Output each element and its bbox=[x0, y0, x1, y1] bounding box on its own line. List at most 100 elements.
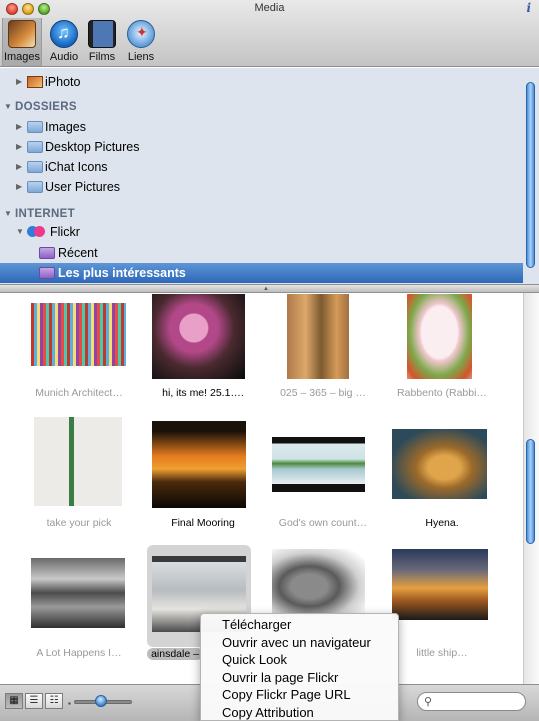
source-item-ichat-icons[interactable]: ▶ iChat Icons bbox=[0, 157, 523, 177]
folder-icon bbox=[27, 181, 43, 193]
photo-caption: take your pick bbox=[46, 517, 112, 529]
photo-item[interactable] bbox=[19, 413, 139, 533]
folder-icon bbox=[27, 161, 43, 173]
source-item-desktop-pictures[interactable]: ▶ Desktop Pictures bbox=[0, 137, 523, 157]
source-list: ▶ iPhoto ▼ DOSSIERS ▶ Images ▶ Desktop P… bbox=[0, 68, 539, 284]
disclosure-down-icon[interactable]: ▼ bbox=[4, 204, 12, 224]
source-item-flickr[interactable]: ▼ Flickr bbox=[0, 222, 523, 242]
menu-item-copy-attribution[interactable]: Copy Attribution bbox=[201, 704, 398, 721]
drag-handle-icon: ▲ bbox=[263, 286, 269, 292]
photo-item[interactable] bbox=[382, 413, 502, 533]
tab-images-label: Images bbox=[3, 51, 41, 63]
images-icon bbox=[8, 20, 36, 48]
flickr-icon bbox=[27, 226, 45, 238]
window-title: Media bbox=[254, 2, 285, 14]
source-item-label: Desktop Pictures bbox=[45, 140, 140, 154]
source-item-recent[interactable]: Récent bbox=[0, 243, 523, 263]
source-list-scroll-thumb[interactable] bbox=[526, 82, 535, 268]
context-menu: Télécharger Ouvrir avec un navigateur Qu… bbox=[200, 613, 399, 721]
smart-folder-icon bbox=[39, 267, 55, 279]
photo-caption: Hyena. bbox=[425, 517, 459, 529]
small-size-icon: ▪ bbox=[68, 699, 71, 708]
source-item-user-pictures[interactable]: ▶ User Pictures bbox=[0, 177, 523, 197]
tab-films-label: Films bbox=[88, 51, 116, 63]
photo-caption: A Lot Happens I… bbox=[36, 647, 122, 659]
source-item-images[interactable]: ▶ Images bbox=[0, 117, 523, 137]
section-label: DOSSIERS bbox=[15, 101, 77, 113]
liens-icon bbox=[127, 20, 155, 48]
view-list-button[interactable]: ☰ bbox=[25, 693, 43, 709]
search-field[interactable]: ⚲ bbox=[417, 692, 526, 711]
photo-thumbnail bbox=[152, 294, 245, 379]
info-icon[interactable]: i bbox=[526, 1, 531, 15]
photo-thumbnail bbox=[392, 549, 488, 620]
split-view-divider[interactable]: ▲ bbox=[0, 284, 539, 293]
tab-audio-label: Audio bbox=[49, 51, 79, 63]
disclosure-right-icon[interactable]: ▶ bbox=[16, 72, 22, 92]
tab-liens[interactable]: Liens bbox=[121, 18, 161, 66]
photo-grid-scroll-thumb[interactable] bbox=[526, 439, 535, 544]
source-item-iphoto[interactable]: ▶ iPhoto bbox=[0, 72, 523, 92]
disclosure-right-icon[interactable]: ▶ bbox=[16, 117, 22, 137]
photo-item[interactable] bbox=[263, 413, 383, 533]
search-icon: ⚲ bbox=[424, 696, 433, 708]
menu-item-open-in-browser[interactable]: Ouvrir avec un navigateur bbox=[201, 634, 398, 652]
section-dossiers[interactable]: ▼ DOSSIERS bbox=[0, 97, 523, 117]
tab-liens-label: Liens bbox=[127, 51, 155, 63]
source-item-label: Flickr bbox=[50, 225, 80, 239]
photo-caption: hi, its me! 25.1…. bbox=[162, 387, 244, 399]
photo-item[interactable] bbox=[382, 543, 502, 663]
folder-icon bbox=[27, 141, 43, 153]
iphoto-icon bbox=[27, 76, 43, 88]
search-input[interactable] bbox=[438, 695, 520, 709]
films-icon bbox=[88, 20, 116, 48]
photo-thumbnail bbox=[31, 558, 125, 628]
menu-item-telecharger[interactable]: Télécharger bbox=[201, 616, 398, 634]
disclosure-down-icon[interactable]: ▼ bbox=[16, 222, 24, 242]
source-item-label: User Pictures bbox=[45, 180, 121, 194]
photo-thumbnail bbox=[272, 549, 365, 617]
photo-thumbnail bbox=[272, 437, 365, 492]
photo-thumbnail bbox=[34, 417, 122, 506]
photo-caption: little ship… bbox=[416, 647, 468, 659]
section-internet[interactable]: ▼ INTERNET bbox=[0, 204, 523, 224]
tab-audio[interactable]: Audio bbox=[44, 18, 84, 66]
source-item-les-plus-interessants[interactable]: Les plus intéressants bbox=[0, 263, 523, 283]
disclosure-right-icon[interactable]: ▶ bbox=[16, 177, 22, 197]
photo-caption: Munich Architect… bbox=[35, 387, 123, 399]
photo-thumbnail bbox=[152, 421, 246, 508]
view-grid-button[interactable]: ▦ bbox=[5, 693, 23, 709]
view-detail-button[interactable]: ☷ bbox=[45, 693, 63, 709]
photo-thumbnail bbox=[392, 429, 487, 499]
window-titlebar: Media i Images Audio Films Liens bbox=[0, 0, 539, 67]
disclosure-down-icon[interactable]: ▼ bbox=[4, 97, 12, 117]
tab-images[interactable]: Images bbox=[2, 18, 42, 66]
section-label: INTERNET bbox=[15, 208, 75, 220]
disclosure-right-icon[interactable]: ▶ bbox=[16, 157, 22, 177]
slider-knob[interactable] bbox=[95, 695, 107, 707]
photo-thumbnail bbox=[31, 303, 126, 366]
photo-thumbnail bbox=[287, 294, 349, 379]
source-item-label: Images bbox=[45, 120, 86, 134]
photo-caption: ainsdale – bbox=[147, 648, 203, 660]
menu-item-quick-look[interactable]: Quick Look bbox=[201, 651, 398, 669]
source-item-label: Récent bbox=[58, 246, 98, 260]
tab-films[interactable]: Films bbox=[82, 18, 122, 66]
audio-icon bbox=[50, 20, 78, 48]
photo-grid-scrollbar[interactable] bbox=[523, 293, 539, 684]
disclosure-right-icon[interactable]: ▶ bbox=[16, 137, 22, 157]
photo-item[interactable] bbox=[143, 413, 263, 533]
source-item-label: iChat Icons bbox=[45, 160, 108, 174]
photo-thumbnail bbox=[407, 294, 472, 379]
smart-folder-icon bbox=[39, 247, 55, 259]
photo-caption: Rabbento (Rabbi… bbox=[397, 387, 487, 399]
source-item-label: Les plus intéressants bbox=[58, 266, 186, 280]
source-item-label: iPhoto bbox=[45, 75, 81, 89]
photo-caption: God's own count… bbox=[278, 517, 368, 529]
photo-caption: Final Mooring bbox=[171, 517, 235, 529]
photo-item[interactable] bbox=[19, 543, 139, 663]
photo-caption: 025 – 365 – big … bbox=[280, 387, 366, 399]
menu-item-copy-flickr-url[interactable]: Copy Flickr Page URL bbox=[201, 686, 398, 704]
folder-icon bbox=[27, 121, 43, 133]
menu-item-open-flickr-page[interactable]: Ouvrir la page Flickr bbox=[201, 669, 398, 687]
